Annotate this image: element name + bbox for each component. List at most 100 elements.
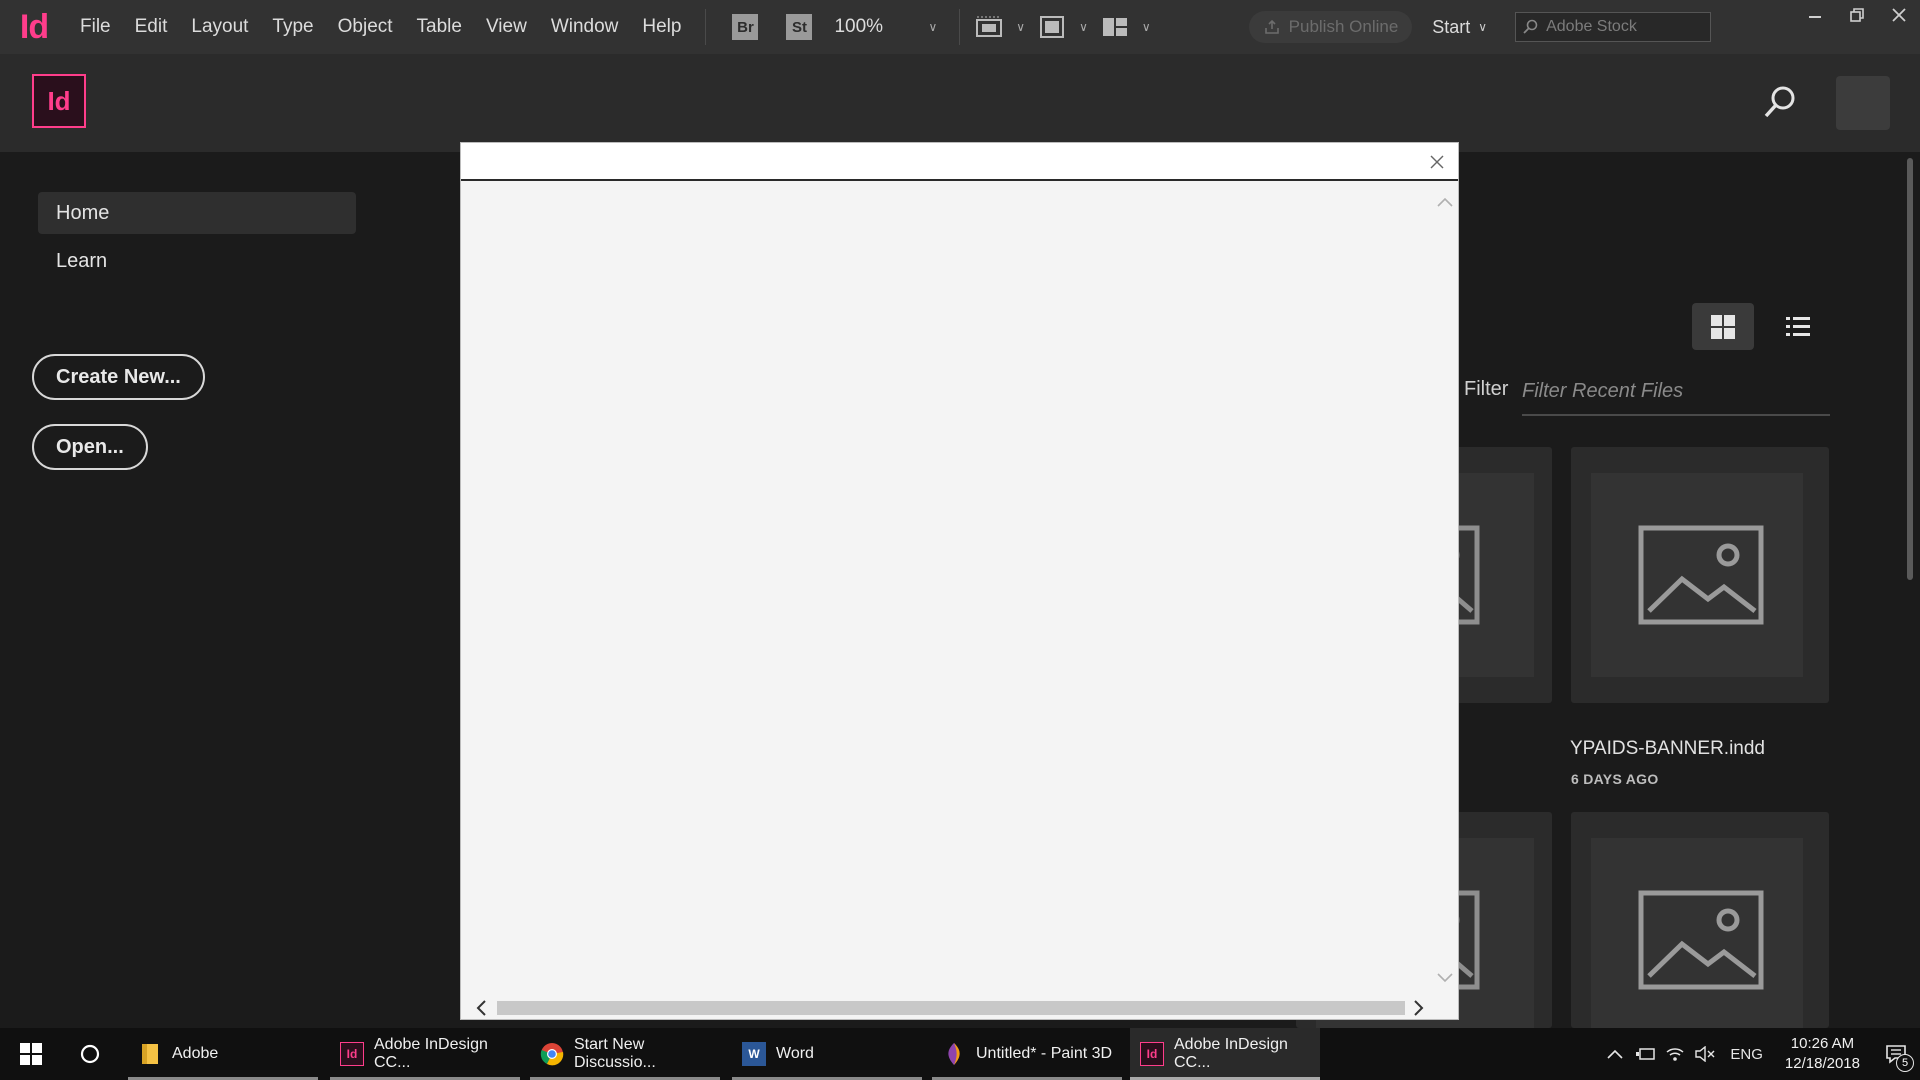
- search-icon[interactable]: [1762, 84, 1798, 120]
- horizontal-scrollbar-thumb[interactable]: [497, 1001, 1405, 1015]
- file-date: 6 DAYS AGO: [1571, 771, 1659, 787]
- app-mark: Id: [19, 7, 49, 46]
- indesign-icon: Id: [1140, 1042, 1164, 1066]
- chevron-down-icon: ∨: [1478, 20, 1488, 34]
- menu-file[interactable]: File: [68, 0, 123, 54]
- dialog-titlebar: [461, 143, 1458, 181]
- home-header: Id: [0, 54, 1920, 152]
- recent-file-card[interactable]: [1571, 447, 1829, 703]
- task-label: Start New Discussio...: [574, 1036, 656, 1071]
- bridge-button[interactable]: Br: [732, 14, 759, 40]
- zoom-level[interactable]: 100%: [834, 16, 918, 38]
- menu-separator: [705, 9, 707, 45]
- stock-button[interactable]: St: [786, 14, 813, 40]
- open-button[interactable]: Open...: [32, 424, 148, 470]
- paint3d-icon: [942, 1042, 966, 1066]
- chevron-down-icon[interactable]: ∨: [1079, 20, 1088, 34]
- left-nav: Home Learn Create New... Open...: [0, 152, 460, 1028]
- show-hidden-icons-icon[interactable]: [1600, 1028, 1630, 1080]
- task-adobe-folder[interactable]: Adobe: [128, 1028, 318, 1080]
- close-button[interactable]: [1878, 0, 1920, 30]
- task-label: Adobe InDesign CC...: [374, 1036, 488, 1071]
- task-indesign-2[interactable]: Id Adobe InDesign CC...: [1130, 1028, 1320, 1080]
- indesign-logo: Id: [32, 74, 86, 128]
- menu-bar: Id File Edit Layout Type Object Table Vi…: [0, 0, 1920, 54]
- view-options-icon[interactable]: [972, 12, 1006, 42]
- notification-count-badge: 5: [1896, 1054, 1914, 1072]
- window-controls: [1794, 0, 1920, 34]
- recent-file-card[interactable]: [1571, 812, 1829, 1028]
- close-icon[interactable]: [1426, 151, 1448, 173]
- screen-mode-icon[interactable]: [1035, 12, 1069, 42]
- list-view-button[interactable]: [1770, 303, 1826, 350]
- cortana-search-icon[interactable]: [70, 1028, 110, 1080]
- workspace-switcher[interactable]: Start ∨: [1432, 17, 1487, 38]
- clock-date: 12/18/2018: [1784, 1055, 1860, 1072]
- chevron-down-icon[interactable]: ∨: [1142, 20, 1151, 34]
- adobe-stock-placeholder: Adobe Stock: [1546, 18, 1637, 35]
- word-icon: W: [742, 1042, 766, 1066]
- menu-object[interactable]: Object: [326, 0, 405, 54]
- scroll-up-icon[interactable]: [1437, 195, 1453, 209]
- arrange-documents-icon[interactable]: [1098, 12, 1132, 42]
- horizontal-scrollbar[interactable]: [461, 997, 1458, 1019]
- menu-type[interactable]: Type: [260, 0, 325, 54]
- menu-layout[interactable]: Layout: [179, 0, 260, 54]
- chevron-down-icon[interactable]: ∨: [1016, 20, 1025, 34]
- adobe-stock-search[interactable]: Adobe Stock: [1515, 12, 1712, 42]
- folder-icon: [138, 1042, 162, 1066]
- nav-home[interactable]: Home: [38, 192, 356, 234]
- blank-modal-dialog: [460, 142, 1459, 1020]
- task-indesign-1[interactable]: Id Adobe InDesign CC...: [330, 1028, 520, 1080]
- menu-table[interactable]: Table: [405, 0, 474, 54]
- taskbar: Adobe Id Adobe InDesign CC... Start New …: [0, 1028, 1920, 1080]
- clock-time: 10:26 AM: [1790, 1035, 1855, 1052]
- chevron-down-icon[interactable]: ∨: [928, 20, 937, 34]
- input-language[interactable]: ENG: [1720, 1046, 1773, 1063]
- avatar[interactable]: [1836, 76, 1890, 130]
- publish-online-label: Publish Online: [1288, 17, 1399, 36]
- indesign-icon: Id: [340, 1042, 364, 1066]
- dialog-body: [461, 183, 1458, 997]
- battery-icon[interactable]: [1630, 1028, 1660, 1080]
- scroll-down-icon[interactable]: [1437, 971, 1453, 985]
- filter-recent-files-input[interactable]: Filter Recent Files: [1522, 372, 1830, 416]
- publish-icon: [1264, 19, 1279, 34]
- restore-button[interactable]: [1836, 0, 1878, 30]
- image-placeholder-icon: [1638, 525, 1764, 625]
- task-word[interactable]: W Word: [732, 1028, 922, 1080]
- menu-help[interactable]: Help: [630, 0, 693, 54]
- menu-window[interactable]: Window: [539, 0, 631, 54]
- wifi-icon[interactable]: [1660, 1028, 1690, 1080]
- task-paint3d[interactable]: Untitled* - Paint 3D: [932, 1028, 1122, 1080]
- task-label: Adobe InDesign CC...: [1174, 1036, 1288, 1071]
- search-icon: [1523, 19, 1538, 34]
- menu-separator: [959, 9, 961, 45]
- task-label: Word: [776, 1045, 814, 1062]
- menu-view[interactable]: View: [474, 0, 539, 54]
- scroll-right-icon[interactable]: [1411, 1000, 1427, 1016]
- menu-items: File Edit Layout Type Object Table View …: [68, 0, 693, 54]
- menu-edit[interactable]: Edit: [123, 0, 180, 54]
- workspace-label: Start: [1432, 16, 1471, 37]
- page-scrollbar-thumb[interactable]: [1907, 158, 1913, 580]
- system-tray: ENG 10:26 AM 12/18/2018 5: [1600, 1028, 1920, 1080]
- image-placeholder-icon: [1638, 890, 1764, 990]
- filter-label: Filter: [1464, 378, 1509, 400]
- scroll-left-icon[interactable]: [473, 1000, 489, 1016]
- task-label: Untitled* - Paint 3D: [976, 1045, 1113, 1062]
- volume-muted-icon[interactable]: [1690, 1028, 1720, 1080]
- grid-view-button[interactable]: [1692, 303, 1754, 350]
- publish-online-button[interactable]: Publish Online: [1248, 11, 1413, 43]
- windows-start-icon[interactable]: [8, 1028, 54, 1080]
- list-icon: [1786, 316, 1810, 336]
- create-new-button[interactable]: Create New...: [32, 354, 205, 400]
- action-center-icon[interactable]: 5: [1872, 1028, 1920, 1080]
- task-label: Adobe: [172, 1045, 219, 1062]
- nav-learn[interactable]: Learn: [38, 240, 356, 282]
- clock[interactable]: 10:26 AM 12/18/2018: [1773, 1034, 1872, 1074]
- file-name[interactable]: YPAIDS-BANNER.indd: [1570, 738, 1765, 760]
- task-chrome[interactable]: Start New Discussio...: [530, 1028, 720, 1080]
- chrome-icon: [540, 1042, 564, 1066]
- minimize-button[interactable]: [1794, 0, 1836, 30]
